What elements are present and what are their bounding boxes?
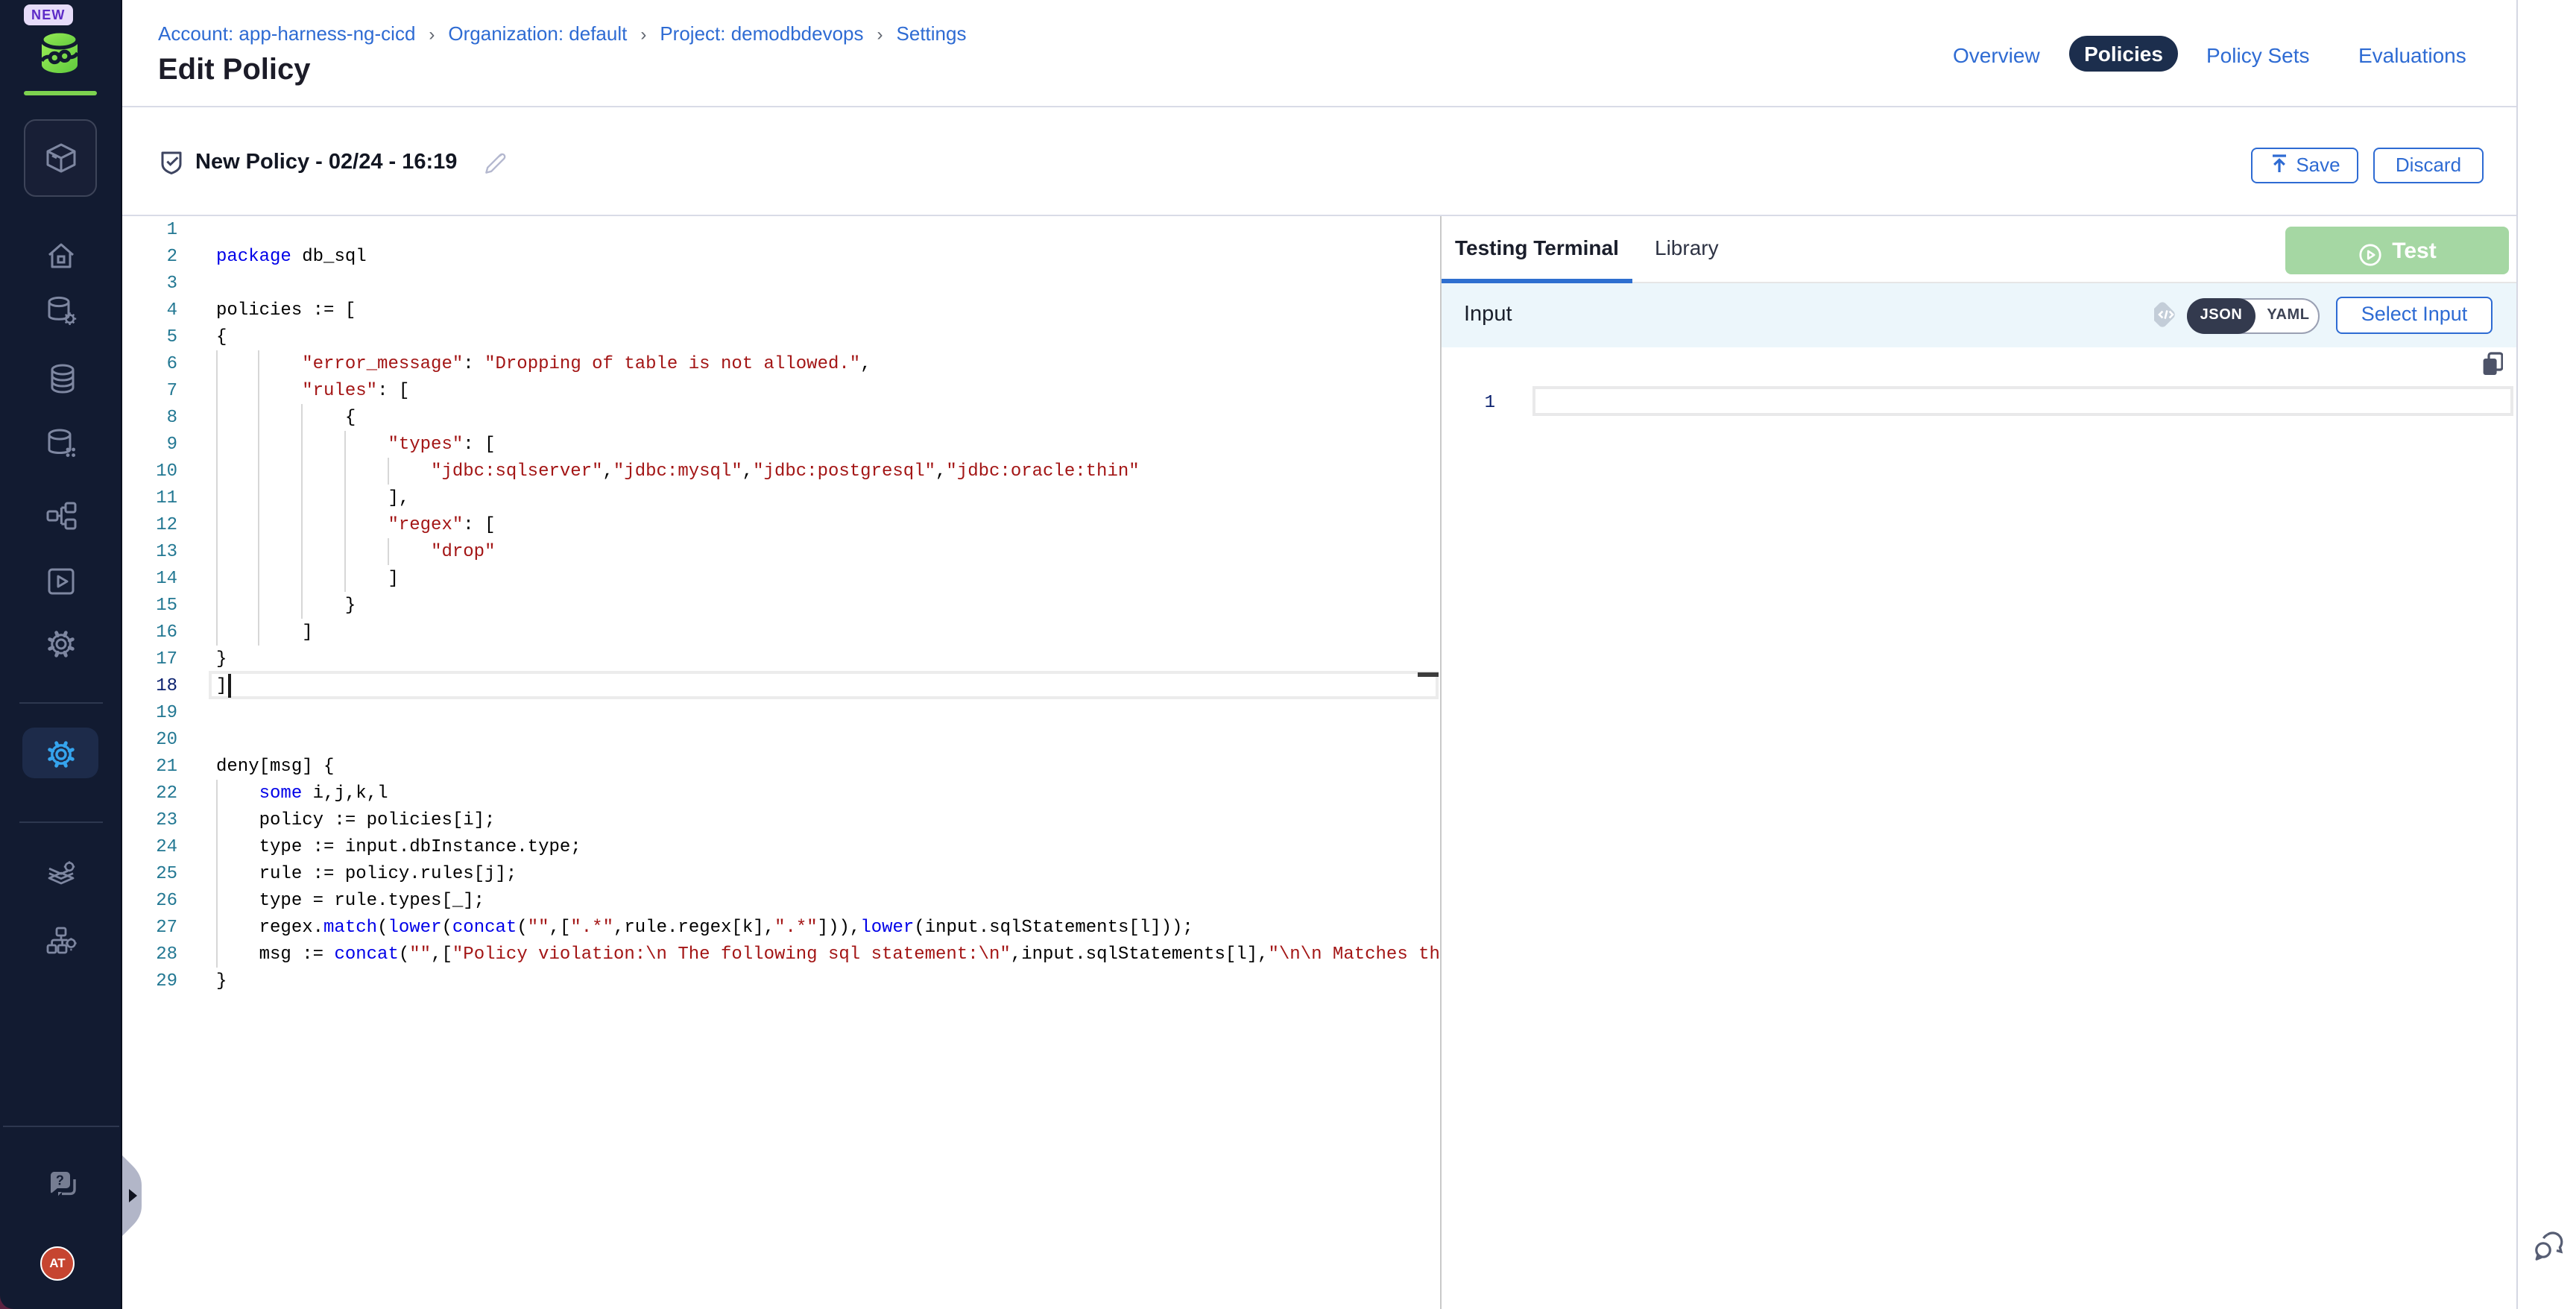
svg-text:?: ?: [56, 1173, 64, 1188]
